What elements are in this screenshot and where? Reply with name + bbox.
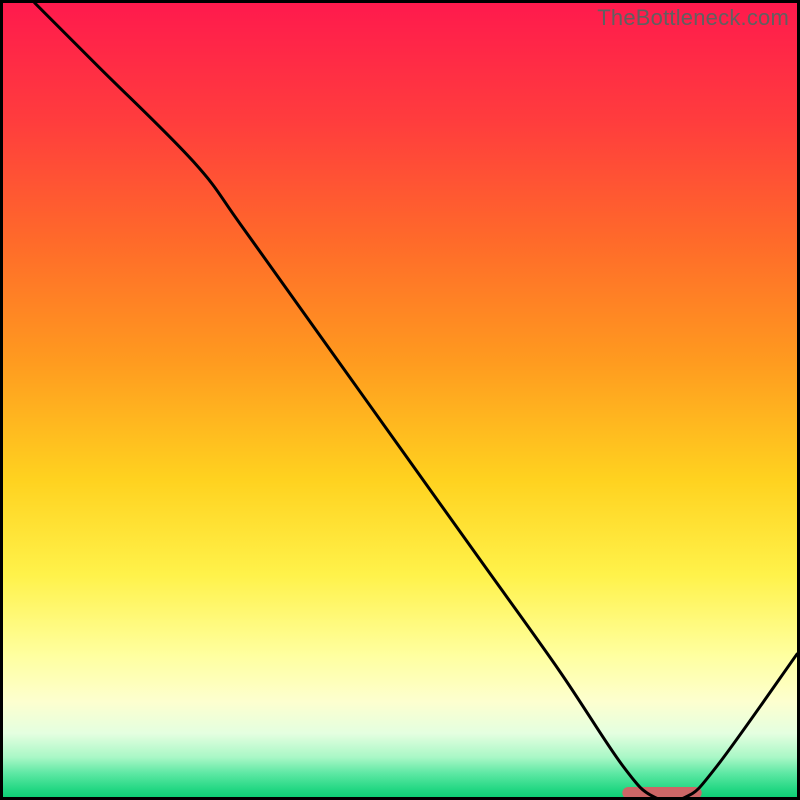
chart-frame: TheBottleneck.com xyxy=(0,0,800,800)
chart-canvas xyxy=(3,3,797,797)
watermark-label: TheBottleneck.com xyxy=(597,5,789,31)
gradient-background xyxy=(3,3,797,797)
